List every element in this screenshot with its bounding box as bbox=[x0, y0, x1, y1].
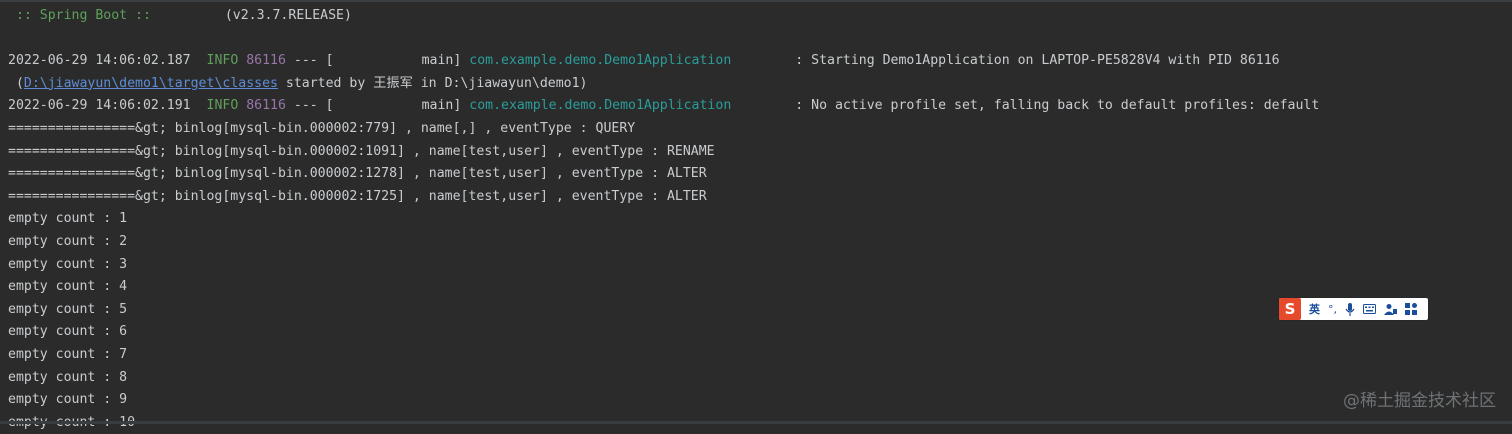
binlog-line: ================&gt; binlog[mysql-bin.00… bbox=[8, 143, 715, 159]
user-icon[interactable] bbox=[1380, 303, 1401, 315]
console-output[interactable]: :: Spring Boot :: (v2.3.7.RELEASE) 2022-… bbox=[8, 5, 1512, 434]
log-pid: 86116 bbox=[246, 53, 286, 69]
log-level: INFO bbox=[206, 53, 239, 69]
empty-count-line: empty count : 8 bbox=[8, 369, 128, 385]
log-logger: com.example.demo.Demo1Application bbox=[469, 98, 732, 114]
top-border bbox=[0, 0, 1512, 2]
log-cont-rest: started by 王振军 in D:\jiawayun\demo1) bbox=[277, 75, 588, 91]
log-thread: main] bbox=[421, 98, 462, 114]
log-line: 2022-06-29 14:06:02.191 INFO 86116 --- [… bbox=[8, 95, 1512, 118]
empty-count-line: empty count : 9 bbox=[8, 392, 128, 408]
microphone-icon[interactable] bbox=[1341, 302, 1359, 316]
log-pid: 86116 bbox=[246, 98, 286, 114]
empty-count-line: empty count : 2 bbox=[8, 233, 128, 249]
log-sep: --- [ bbox=[293, 53, 334, 69]
banner-version: (v2.3.7.RELEASE) bbox=[224, 8, 352, 23]
grid-icon[interactable] bbox=[1401, 303, 1421, 315]
binlog-line: ================&gt; binlog[mysql-bin.00… bbox=[8, 120, 636, 136]
log-thread: main] bbox=[421, 53, 462, 69]
empty-count-line: empty count : 4 bbox=[8, 279, 128, 295]
empty-count-line: empty count : 3 bbox=[8, 256, 128, 272]
log-timestamp: 2022-06-29 14:06:02.187 bbox=[8, 53, 191, 69]
classpath-link[interactable]: D:\jiawayun\demo1\target\classes bbox=[24, 76, 278, 91]
sogou-logo-icon[interactable]: S bbox=[1279, 298, 1301, 320]
ime-toolbar[interactable]: S 英 °, bbox=[1279, 298, 1428, 320]
log-sep: --- [ bbox=[293, 98, 334, 114]
log-line: 2022-06-29 14:06:02.187 INFO 86116 --- [… bbox=[8, 50, 1512, 73]
empty-count-line: empty count : 6 bbox=[8, 324, 128, 340]
paren-open: ( bbox=[8, 75, 24, 91]
ime-punctuation-toggle[interactable]: °, bbox=[1324, 303, 1341, 316]
log-message: : Starting Demo1Application on LAPTOP-PE… bbox=[795, 53, 1280, 69]
binlog-line: ================&gt; binlog[mysql-bin.00… bbox=[8, 188, 707, 204]
watermark-text: @稀土掘金技术社区 bbox=[1343, 391, 1496, 411]
log-logger: com.example.demo.Demo1Application bbox=[469, 53, 732, 69]
log-message: : No active profile set, falling back to… bbox=[795, 98, 1320, 114]
log-level: INFO bbox=[206, 98, 239, 114]
empty-count-line: empty count : 1 bbox=[8, 211, 128, 227]
banner-name: :: Spring Boot :: bbox=[8, 8, 159, 23]
binlog-line: ================&gt; binlog[mysql-bin.00… bbox=[8, 166, 707, 182]
ime-language-toggle[interactable]: 英 bbox=[1301, 301, 1324, 317]
log-timestamp: 2022-06-29 14:06:02.191 bbox=[8, 98, 191, 114]
spring-banner-line: :: Spring Boot :: (v2.3.7.RELEASE) bbox=[8, 5, 1512, 28]
keyboard-icon[interactable] bbox=[1359, 304, 1380, 314]
empty-count-line: empty count : 7 bbox=[8, 346, 128, 362]
log-continuation-line: (D:\jiawayun\demo1\target\classes starte… bbox=[8, 73, 1512, 96]
